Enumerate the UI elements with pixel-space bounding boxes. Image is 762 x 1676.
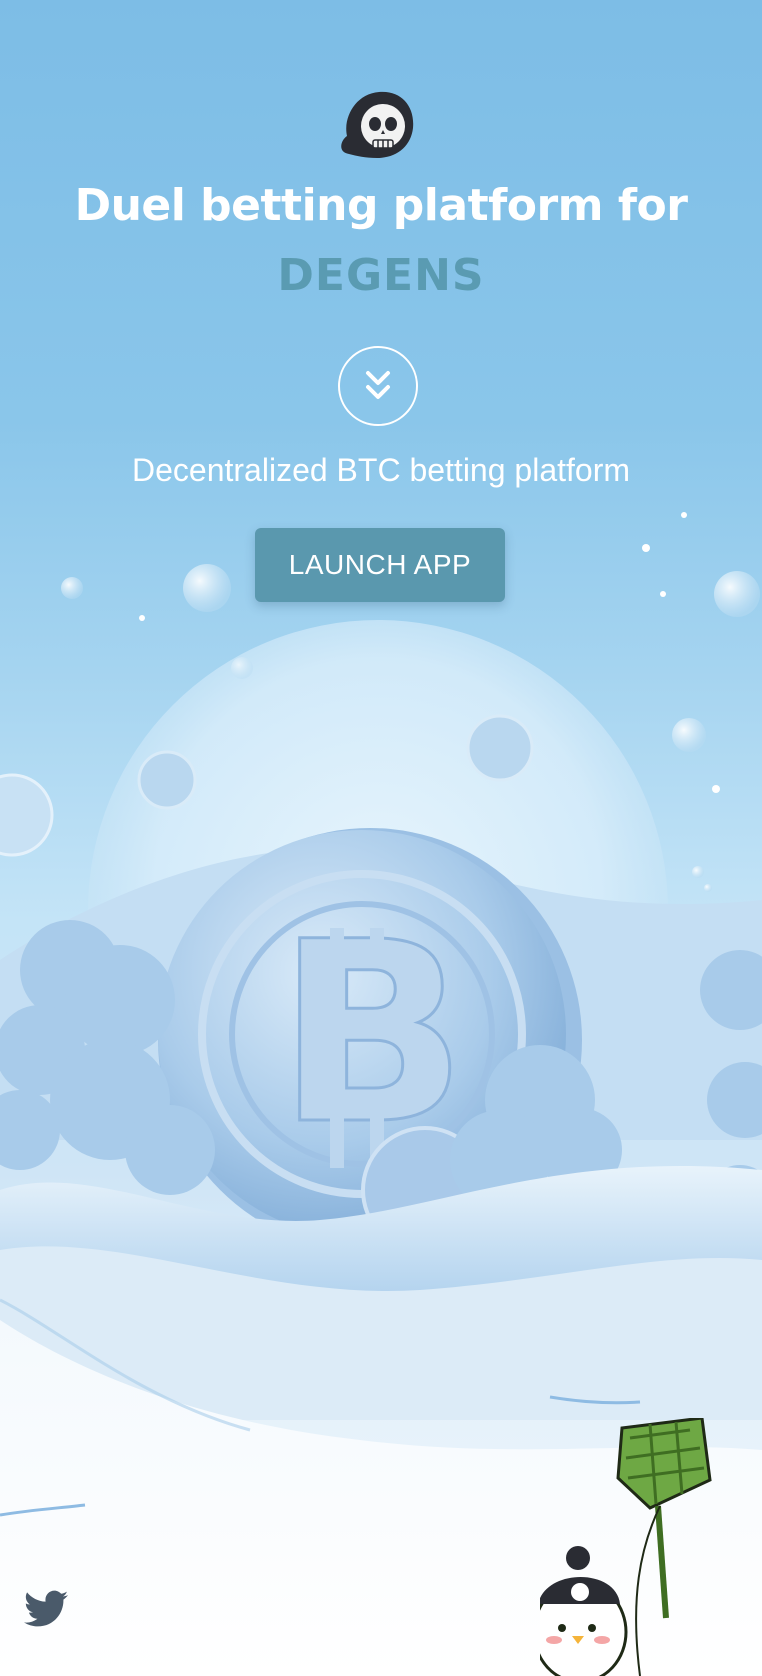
skull-hood-icon	[341, 91, 414, 158]
hero-highlight: DEGENS	[277, 250, 485, 301]
scroll-down-button[interactable]	[338, 346, 418, 426]
hero-headline: Duel betting platform for	[74, 180, 688, 231]
twitter-icon[interactable]	[24, 1590, 68, 1628]
chevrons-down-icon	[366, 371, 390, 399]
launch-app-button[interactable]: LAUNCH APP	[255, 528, 505, 602]
hero-tagline: Decentralized BTC betting platform	[132, 452, 630, 488]
penguin-kite-icon	[540, 1418, 712, 1676]
